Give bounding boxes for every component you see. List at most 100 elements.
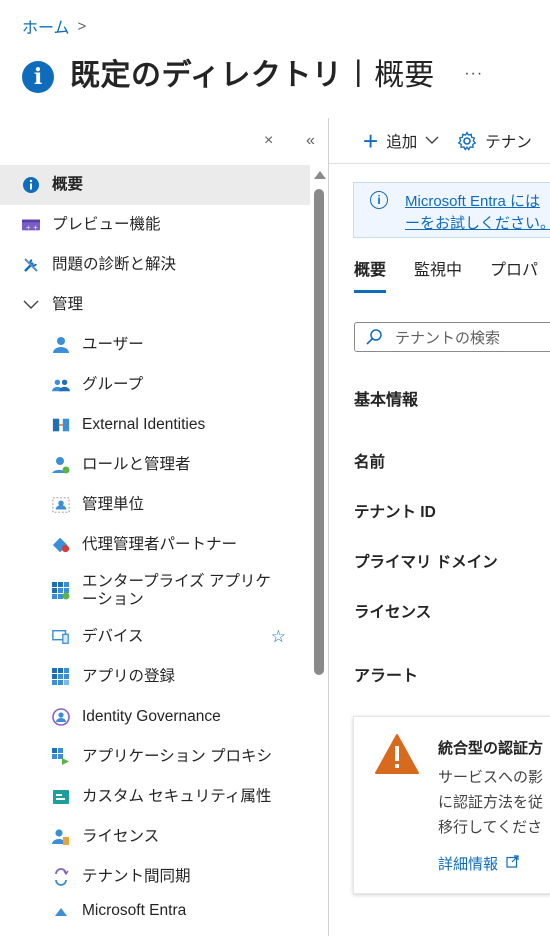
sidebar-item-label: グループ — [82, 376, 144, 393]
tab-overview[interactable]: 概要 — [354, 256, 387, 293]
sidebar-item-admin-units[interactable]: 管理単位 — [0, 485, 310, 525]
alert-body: サービスへの影 に認証方法を従 移行してくださ — [438, 765, 543, 840]
sidebar-item-label: External Identities — [82, 416, 206, 433]
sidebar-item-preview-features[interactable]: + + プレビュー機能 — [0, 205, 310, 245]
sidebar-item-external-identities[interactable]: External Identities — [0, 405, 310, 445]
sidebar-item-overview[interactable]: 概要 — [0, 165, 310, 205]
admin-units-icon — [52, 496, 70, 514]
title-separator: | — [354, 55, 363, 88]
learn-more-label: 詳細情報 — [438, 856, 499, 873]
sidebar-item-label: デバイス — [82, 628, 144, 645]
breadcrumb: ホーム > — [22, 14, 86, 38]
sidebar-item-label: 管理単位 — [82, 496, 145, 513]
info-icon: i — [22, 61, 54, 93]
sidebar-item-label: カスタム セキュリティ属性 — [82, 788, 272, 805]
info-circle-icon: i — [370, 191, 388, 209]
breadcrumb-separator: > — [77, 17, 87, 35]
user-icon — [52, 336, 70, 354]
sidebar-item-label: ライセンス — [82, 828, 160, 845]
scrollbar-thumb[interactable] — [314, 189, 324, 675]
app-registrations-icon — [52, 668, 70, 686]
search-placeholder: テナントの検索 — [395, 329, 501, 347]
manage-tenants-button[interactable]: テナン — [457, 130, 532, 152]
sidebar-item-label: Microsoft Entra — [82, 902, 187, 919]
hide-sidebar-icon[interactable]: « — [306, 132, 315, 150]
add-button[interactable]: + 追加 — [363, 128, 439, 154]
more-options-button[interactable]: ··· — [464, 65, 483, 83]
info-icon — [22, 176, 40, 194]
page-subtitle: 概要 — [374, 59, 435, 92]
tenant-search-input[interactable]: テナントの検索 — [354, 322, 550, 352]
info-banner-line2: ーをお試しください。 — [405, 215, 550, 232]
devices-icon — [52, 628, 70, 646]
sidebar-nav: 概要 + + プレビュー機能 問題の診断と解決 管理 ユーザー グループ Ext… — [0, 165, 310, 925]
sidebar-item-diagnose[interactable]: 問題の診断と解決 — [0, 245, 310, 285]
info-banner-line1: Microsoft Entra には — [405, 193, 541, 210]
preview-features-icon: + + — [22, 216, 40, 234]
sidebar-item-enterprise-apps[interactable]: エンタープライズ アプリケーション — [0, 565, 310, 617]
partner-icon — [52, 536, 70, 554]
alert-title: 統合型の認証方 — [438, 740, 544, 757]
sidebar-item-identity-governance[interactable]: Identity Governance — [0, 697, 310, 737]
add-button-label: 追加 — [386, 133, 418, 151]
manage-tenants-label: テナン — [485, 133, 532, 151]
sidebar-item-custom-security-attributes[interactable]: カスタム セキュリティ属性 — [0, 777, 310, 817]
basic-info-heading: 基本情報 — [354, 392, 419, 409]
svg-text:+ +: + + — [26, 225, 39, 232]
sync-icon — [52, 868, 70, 886]
learn-more-link[interactable]: 詳細情報 — [438, 853, 519, 874]
prop-license-label: ライセンス — [354, 604, 432, 621]
prop-primary-domain-label: プライマリ ドメイン — [354, 554, 498, 571]
warning-icon — [374, 733, 420, 780]
sidebar-item-users[interactable]: ユーザー — [0, 325, 310, 365]
identity-governance-icon — [52, 708, 70, 726]
prop-tenant-id-label: テナント ID — [354, 504, 436, 521]
sidebar-item-app-registrations[interactable]: アプリの登録 — [0, 657, 310, 697]
collapse-icon[interactable]: × — [264, 132, 273, 150]
enterprise-apps-icon — [52, 582, 70, 600]
alert-card: 統合型の認証方 サービスへの影 に認証方法を従 移行してくださ 詳細情報 — [353, 716, 550, 894]
sidebar-item-label: ユーザー — [82, 336, 144, 353]
alerts-heading: アラート — [354, 668, 419, 685]
sidebar-group-manage[interactable]: 管理 — [0, 285, 310, 325]
sidebar-item-app-proxy[interactable]: アプリケーション プロキシ — [0, 737, 310, 777]
main-content: + 追加 テナン i Microsoft Entra には ーをお試しください。… — [329, 118, 550, 936]
sidebar-item-label: エンタープライズ アプリケーション — [82, 573, 271, 608]
sidebar-item-partners[interactable]: 代理管理者パートナー — [0, 525, 310, 565]
sidebar-item-label: プレビュー機能 — [52, 216, 161, 233]
licenses-icon — [52, 828, 70, 846]
group-icon — [52, 376, 70, 394]
search-icon — [365, 328, 383, 346]
tab-monitoring[interactable]: 監視中 — [414, 256, 462, 293]
alert-body-line: 移行してくださ — [438, 819, 543, 836]
sidebar-item-groups[interactable]: グループ — [0, 365, 310, 405]
chevron-down-icon — [22, 296, 40, 314]
prop-name-label: 名前 — [354, 454, 386, 471]
alert-body-line: サービスへの影 — [438, 769, 544, 786]
breadcrumb-home-link[interactable]: ホーム — [22, 14, 70, 38]
sidebar-item-label: 管理 — [52, 296, 84, 313]
sidebar-item-label: 代理管理者パートナー — [82, 536, 238, 553]
sidebar-item-label: 問題の診断と解決 — [52, 256, 177, 273]
sidebar-item-devices[interactable]: デバイス ☆ — [0, 617, 310, 657]
sidebar: × « 概要 + + プレビュー機能 問題の診断と解決 管理 ユーザー グループ — [0, 120, 328, 936]
entra-icon — [52, 902, 70, 920]
sidebar-item-microsoft-entra[interactable]: Microsoft Entra — [0, 897, 310, 925]
favorite-star-icon[interactable]: ☆ — [271, 627, 286, 647]
sidebar-item-roles[interactable]: ロールと管理者 — [0, 445, 310, 485]
sidebar-item-label: Identity Governance — [82, 708, 221, 725]
gear-icon — [457, 130, 477, 151]
alert-body-line: に認証方法を従 — [438, 794, 544, 811]
tab-bar: 概要 監視中 プロパ — [354, 256, 550, 293]
tab-properties[interactable]: プロパ — [490, 256, 538, 293]
sidebar-item-licenses[interactable]: ライセンス — [0, 817, 310, 857]
security-attributes-icon — [52, 788, 70, 806]
sidebar-item-label: テナント間同期 — [82, 868, 191, 885]
scroll-up-arrow-icon[interactable] — [314, 171, 326, 179]
sidebar-scrollbar[interactable] — [310, 165, 328, 936]
sidebar-item-label: アプリケーション プロキシ — [82, 748, 272, 765]
external-link-icon — [506, 855, 519, 872]
info-banner-link[interactable]: Microsoft Entra には ーをお試しください。 — [405, 191, 550, 235]
page-title: 既定のディレクトリ — [70, 59, 343, 92]
sidebar-item-cross-tenant-sync[interactable]: テナント間同期 — [0, 857, 310, 897]
